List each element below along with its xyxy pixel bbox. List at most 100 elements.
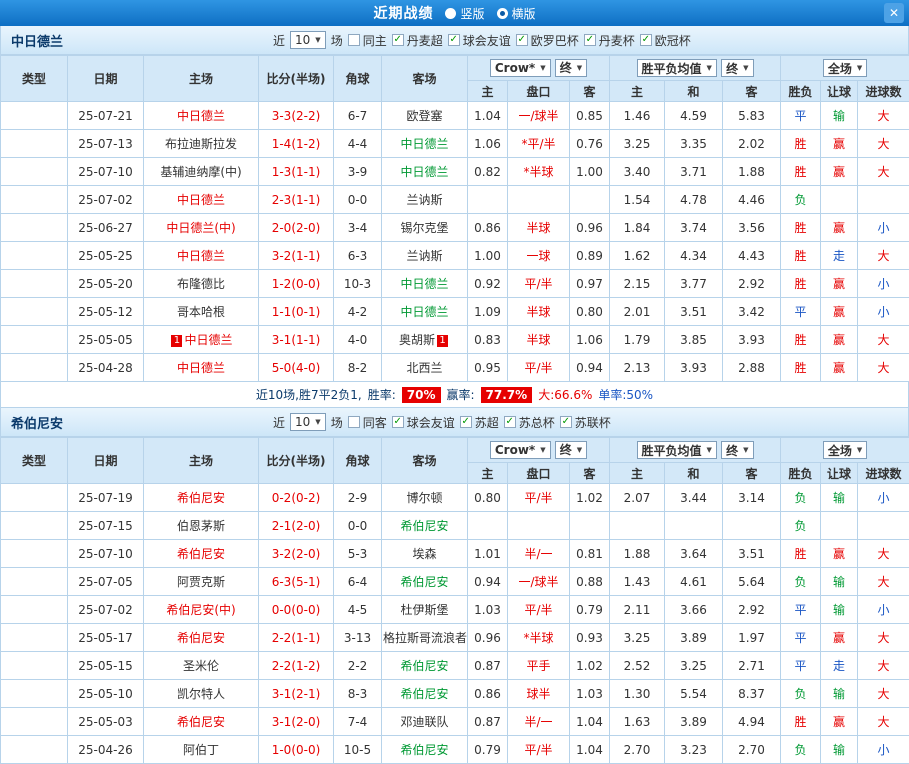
league-filter[interactable]: ✓球会友谊 <box>392 414 455 431</box>
away-team-cell[interactable]: 中日德兰 <box>382 298 468 326</box>
match-count-dropdown[interactable]: 10▼ <box>290 31 326 49</box>
same-venue-filter[interactable]: 同主 <box>348 32 387 49</box>
league-filter[interactable]: ✓欧冠杯 <box>640 32 691 49</box>
home-team-cell[interactable]: 中日德兰 <box>144 242 259 270</box>
home-team-cell[interactable]: 凯尔特人 <box>144 680 259 708</box>
away-team-cell[interactable]: 欧登塞 <box>382 102 468 130</box>
home-team-cell[interactable]: 希伯尼安 <box>144 484 259 512</box>
big-rate: 大:66.6% <box>538 386 592 403</box>
match-date-cell: 25-07-02 <box>68 596 144 624</box>
goal-result-cell: 大 <box>858 158 909 186</box>
europe-avg-dropdown[interactable]: 胜平负均值▼ <box>637 59 717 77</box>
away-team-cell[interactable]: 兰讷斯 <box>382 242 468 270</box>
away-team-cell[interactable]: 希伯尼安 <box>382 652 468 680</box>
league-filter[interactable]: ✓苏总杯 <box>504 414 555 431</box>
home-team-cell[interactable]: 中日德兰 <box>144 354 259 382</box>
asia-handicap-cell: 平/半 <box>508 596 570 624</box>
col-europe-draw: 和 <box>665 81 723 102</box>
away-team-cell[interactable]: 北西兰 <box>382 354 468 382</box>
col-score: 比分(半场) <box>259 438 334 484</box>
home-team-cell[interactable]: 基辅迪纳摩(中) <box>144 158 259 186</box>
home-team-cell[interactable]: 伯恩茅斯 <box>144 512 259 540</box>
league-filter[interactable]: ✓苏联杯 <box>560 414 611 431</box>
match-row: 丹麦超25-04-28中日德兰5-0(4-0)8-2北西兰0.95平/半0.94… <box>1 354 909 382</box>
scope-dropdown[interactable]: 全场▼ <box>823 59 867 77</box>
europe-time-dropdown[interactable]: 终▼ <box>721 441 753 459</box>
away-team-cell[interactable]: 希伯尼安 <box>382 512 468 540</box>
match-date-cell: 25-05-15 <box>68 652 144 680</box>
away-team-cell[interactable]: 中日德兰 <box>382 270 468 298</box>
scope-header: 全场▼ <box>781 56 909 81</box>
odds-company-dropdown[interactable]: Crow*▼ <box>490 441 551 459</box>
away-team-cell[interactable]: 希伯尼安 <box>382 736 468 764</box>
league-filter[interactable]: ✓丹麦超 <box>392 32 443 49</box>
layout-radio-horizontal[interactable]: 横版 <box>497 5 536 22</box>
away-team-cell[interactable]: 中日德兰 <box>382 158 468 186</box>
home-team-cell[interactable]: 布隆德比 <box>144 270 259 298</box>
home-team-cell[interactable]: 阿贾克斯 <box>144 568 259 596</box>
away-team-cell[interactable]: 埃森 <box>382 540 468 568</box>
home-team-cell[interactable]: 布拉迪斯拉发 <box>144 130 259 158</box>
home-team-cell[interactable]: 阿伯丁 <box>144 736 259 764</box>
asia-handicap-cell: 半球 <box>508 326 570 354</box>
score-cell: 1-3(1-1) <box>259 158 334 186</box>
win-rate-label: 胜率: <box>368 386 396 403</box>
result-cell: 胜 <box>781 540 821 568</box>
asia-time-dropdown[interactable]: 终▼ <box>555 59 587 77</box>
away-team-cell[interactable]: 格拉斯哥流浪者 <box>382 624 468 652</box>
home-team-cell[interactable]: 中日德兰(中) <box>144 214 259 242</box>
match-date-cell: 25-05-25 <box>68 242 144 270</box>
asia-time-dropdown[interactable]: 终▼ <box>555 441 587 459</box>
europe-away-odds-cell: 2.92 <box>723 596 781 624</box>
summary-record: 近10场,胜7平2负1, <box>256 386 362 403</box>
goal-result-cell: 大 <box>858 102 909 130</box>
home-team-cell[interactable]: 中日德兰 <box>144 102 259 130</box>
col-away: 客场 <box>382 438 468 484</box>
home-team-cell[interactable]: 哥本哈根 <box>144 298 259 326</box>
europe-time-dropdown[interactable]: 终▼ <box>721 59 753 77</box>
home-team-cell[interactable]: 希伯尼安 <box>144 540 259 568</box>
league-filter-label: 苏总杯 <box>519 414 555 431</box>
asia-home-odds-cell: 0.79 <box>468 736 508 764</box>
away-team-cell[interactable]: 锡尔克堡 <box>382 214 468 242</box>
away-team-cell[interactable]: 希伯尼安 <box>382 568 468 596</box>
europe-draw-odds-cell: 3.77 <box>665 270 723 298</box>
match-date-cell: 25-05-10 <box>68 680 144 708</box>
home-team-cell[interactable]: 圣米伦 <box>144 652 259 680</box>
match-row: 苏超25-05-15圣米伦2-2(1-2)2-2希伯尼安0.87平手1.022.… <box>1 652 909 680</box>
odds-company-dropdown[interactable]: Crow*▼ <box>490 59 551 77</box>
home-team-cell[interactable]: 1中日德兰 <box>144 326 259 354</box>
away-team-cell[interactable]: 杜伊斯堡 <box>382 596 468 624</box>
asia-home-odds-cell: 0.92 <box>468 270 508 298</box>
europe-avg-dropdown[interactable]: 胜平负均值▼ <box>637 441 717 459</box>
close-button[interactable]: ✕ <box>884 3 904 23</box>
scope-dropdown[interactable]: 全场▼ <box>823 441 867 459</box>
away-team-cell[interactable]: 希伯尼安 <box>382 680 468 708</box>
home-team-cell[interactable]: 中日德兰 <box>144 186 259 214</box>
league-filter[interactable]: ✓球会友谊 <box>448 32 511 49</box>
league-filters: ✓丹麦超 ✓球会友谊 ✓欧罗巴杯 ✓丹麦杯 ✓欧冠杯 <box>392 32 691 49</box>
league-filter[interactable]: ✓丹麦杯 <box>584 32 635 49</box>
result-cell: 负 <box>781 186 821 214</box>
layout-radio-vertical[interactable]: 竖版 <box>445 5 484 22</box>
score-cell: 1-4(1-2) <box>259 130 334 158</box>
home-team-cell[interactable]: 希伯尼安(中) <box>144 596 259 624</box>
match-date-cell: 25-05-17 <box>68 624 144 652</box>
away-team-cell[interactable]: 中日德兰 <box>382 130 468 158</box>
away-team-cell[interactable]: 奥胡斯1 <box>382 326 468 354</box>
league-filter[interactable]: ✓欧罗巴杯 <box>516 32 579 49</box>
league-filter[interactable]: ✓苏超 <box>460 414 499 431</box>
score-cell: 3-1(1-1) <box>259 326 334 354</box>
col-europe-home: 主 <box>610 463 665 484</box>
home-team-cell[interactable]: 希伯尼安 <box>144 708 259 736</box>
asia-handicap-cell: *平/半 <box>508 130 570 158</box>
score-cell: 2-0(2-0) <box>259 214 334 242</box>
away-team-cell[interactable]: 兰讷斯 <box>382 186 468 214</box>
same-venue-filter[interactable]: 同客 <box>348 414 387 431</box>
home-team-cell[interactable]: 希伯尼安 <box>144 624 259 652</box>
away-team-cell[interactable]: 博尔顿 <box>382 484 468 512</box>
league-filter-label: 苏超 <box>475 414 499 431</box>
away-team-cell[interactable]: 邓迪联队 <box>382 708 468 736</box>
match-count-dropdown[interactable]: 10▼ <box>290 413 326 431</box>
asia-home-odds-cell: 0.96 <box>468 624 508 652</box>
